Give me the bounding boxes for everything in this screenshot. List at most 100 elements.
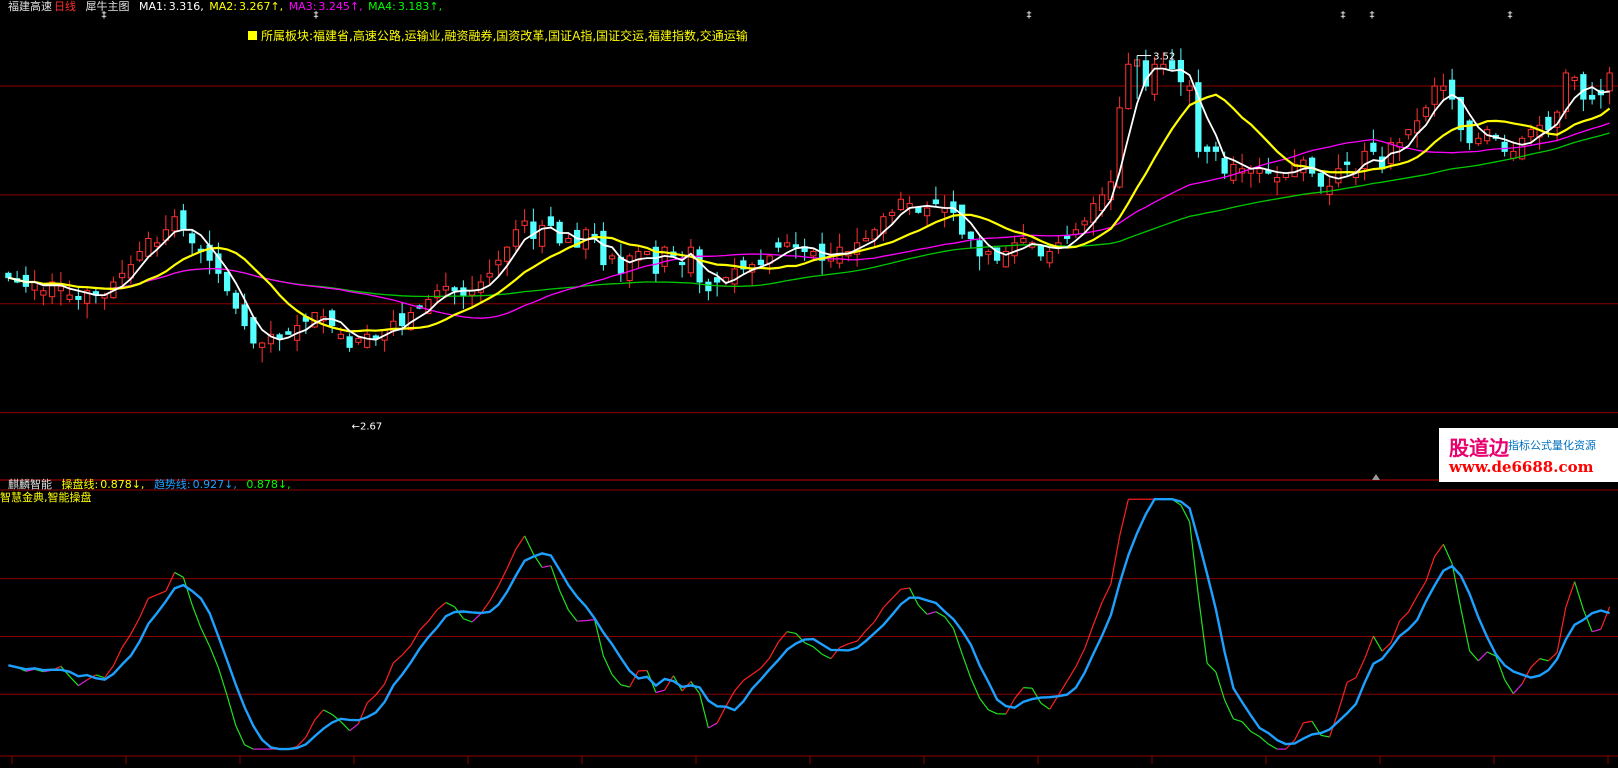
operation-line-segment <box>201 628 210 646</box>
time-axis-ticks <box>12 756 1608 764</box>
operation-line-segment <box>918 605 927 614</box>
ma2-value: 3.267↑, <box>239 0 283 13</box>
operation-line-segment <box>892 589 901 598</box>
candle-body <box>1441 86 1446 90</box>
candle-body <box>715 278 720 282</box>
operation-line-segment <box>306 720 315 737</box>
candle-body <box>277 335 282 339</box>
operation-line-segment <box>1566 582 1575 607</box>
indicator-name[interactable]: 麒麟智能 <box>8 478 52 491</box>
operation-line-segment <box>953 628 962 654</box>
candle-body <box>1047 252 1052 263</box>
operation-line-segment <box>752 668 761 674</box>
operation-line-segment <box>603 656 612 675</box>
operation-line-segment <box>1478 652 1487 661</box>
watermark-slogan: 指标公式量化资源 <box>1508 437 1596 453</box>
operation-line-segment <box>1426 556 1435 581</box>
sub-chart-subtitle: 智慧金典,智能操盘 <box>0 491 94 504</box>
candle-body <box>1581 75 1586 99</box>
operation-line-segment <box>70 676 79 685</box>
operation-line-segment <box>848 641 857 644</box>
event-marker: ‡ <box>1027 10 1032 21</box>
candle-body <box>960 205 965 234</box>
operation-line-segment <box>787 632 796 634</box>
operation-line-segment <box>420 621 429 630</box>
candle-body <box>496 260 501 265</box>
candle-body <box>242 305 247 326</box>
candle-body <box>1082 221 1087 225</box>
operation-line-segment <box>1505 680 1514 694</box>
candle-body <box>225 272 230 290</box>
candle-body <box>1257 169 1262 174</box>
low-price-label: ←2.67 <box>352 422 383 433</box>
sector-info: 所属板块:福建省,高速公路,运输业,融资融券,国资改革,国证A指,国证交运,福建… <box>248 27 748 44</box>
trend-line-label: 趋势线: <box>154 478 191 491</box>
candle-body <box>260 343 265 347</box>
chart-canvas[interactable]: ‡‡‡‡‡‡3.52←2.67 <box>0 0 1618 764</box>
operation-line-segment <box>367 695 376 703</box>
ma2-line <box>8 95 1609 332</box>
stock-name[interactable]: 福建高速 <box>8 0 52 13</box>
candle-body <box>933 200 938 204</box>
operation-line-segment <box>735 681 744 691</box>
operation-line-segment <box>341 722 350 731</box>
operation-line-segment <box>516 536 525 549</box>
operation-line-segment <box>446 603 455 607</box>
operation-line-segment <box>1023 688 1032 689</box>
moving-average-lines <box>8 69 1609 340</box>
operation-line-segment <box>245 745 254 749</box>
operation-line-value: 0.878↓, <box>100 478 144 491</box>
operation-line-segment <box>866 622 875 631</box>
candle-body <box>968 232 973 238</box>
operation-line-segment <box>988 710 997 714</box>
candle-body <box>1432 86 1437 104</box>
operation-line-segment <box>1531 659 1540 668</box>
event-markers: ‡‡‡‡‡‡3.52←2.67 <box>102 10 1513 480</box>
operation-line-segment <box>1233 719 1242 722</box>
operation-line-segment <box>1102 584 1111 602</box>
operation-line-segment <box>1417 581 1426 596</box>
operation-line-segment <box>586 620 595 621</box>
candle-body <box>1205 147 1210 151</box>
operation-line-segment <box>393 655 402 663</box>
candle-body <box>251 318 256 343</box>
operation-line-segment <box>1557 607 1566 653</box>
candle-body <box>522 221 527 225</box>
period-label[interactable]: 日线 <box>54 0 76 13</box>
candle-body <box>785 243 790 246</box>
candle-body <box>1528 130 1533 137</box>
candle-body <box>1607 73 1612 91</box>
operation-line-segment <box>78 680 87 686</box>
candle-body <box>120 273 125 277</box>
operation-line-segment <box>113 647 122 665</box>
candle-body <box>172 217 177 231</box>
candle-body <box>155 243 160 247</box>
candle-body <box>67 295 72 299</box>
operation-line-segment <box>621 685 630 687</box>
candle-body <box>505 247 510 261</box>
operation-line-segment <box>857 631 866 641</box>
candle-body <box>1476 138 1481 143</box>
candle-body <box>1187 86 1192 90</box>
main-chart-name[interactable]: 犀牛主图 <box>86 0 130 13</box>
watermark-brand: 股道边 <box>1449 432 1509 461</box>
triangle-marker <box>1372 474 1380 480</box>
operation-line-segment <box>980 698 989 710</box>
candle-body <box>1345 162 1350 164</box>
candle-body <box>610 256 615 259</box>
operation-line-segment <box>656 690 665 692</box>
sector-square-icon <box>248 31 257 40</box>
candle-body <box>1590 95 1595 99</box>
operation-line-segment <box>1295 723 1304 740</box>
candle-body <box>76 296 81 299</box>
ma4-line <box>8 133 1609 297</box>
candle-body <box>793 245 798 247</box>
ma3-label: MA3: <box>289 0 317 13</box>
candle-body <box>513 230 518 246</box>
candle-body <box>863 238 868 240</box>
operation-line-segment <box>1513 684 1522 694</box>
candle-body <box>732 269 737 284</box>
operation-line-segment <box>1356 659 1365 678</box>
operation-line-segment <box>402 645 411 655</box>
candle-body <box>365 334 370 347</box>
